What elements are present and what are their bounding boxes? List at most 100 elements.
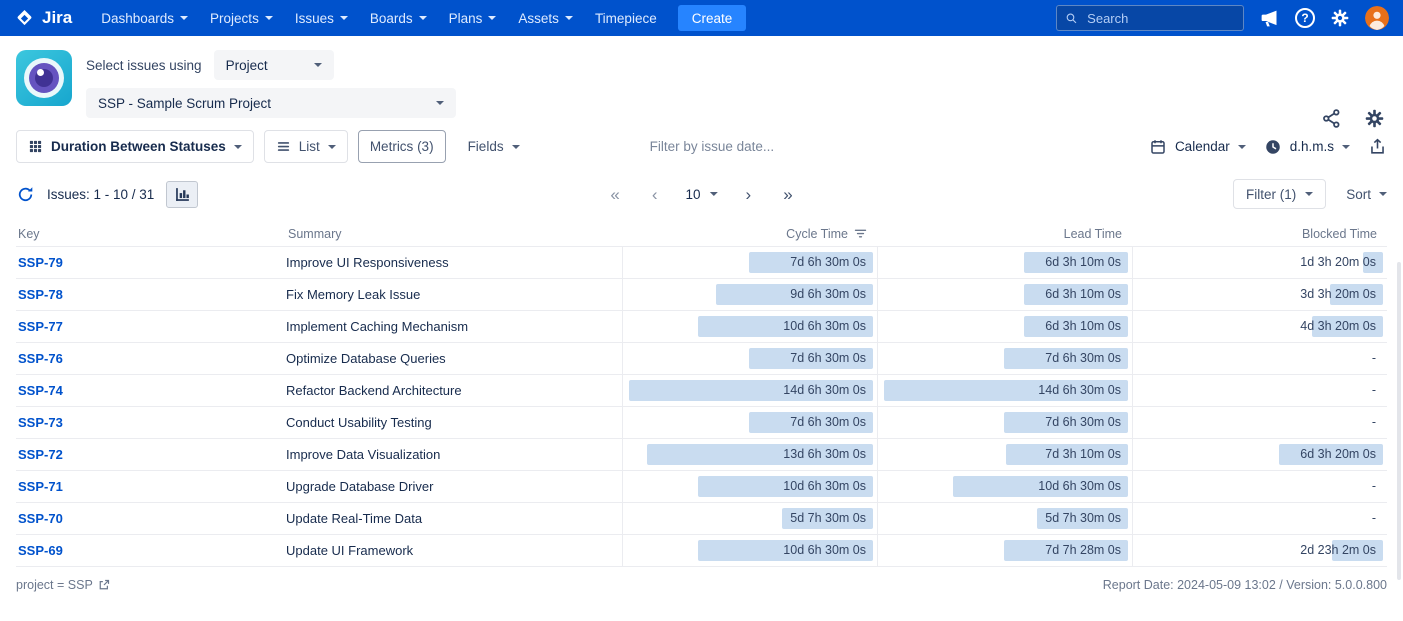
- filter-lines-icon[interactable]: [854, 227, 867, 240]
- issue-summary: Update UI Framework: [286, 543, 622, 558]
- nav-label: Assets: [518, 11, 559, 26]
- nav-projects[interactable]: Projects: [199, 0, 284, 36]
- nav-assets[interactable]: Assets: [507, 0, 584, 36]
- chevron-down-icon: [265, 16, 273, 20]
- report-type-select[interactable]: Duration Between Statuses: [16, 130, 254, 163]
- duration-cell-blocked: 6d 3h 20m 0s: [1132, 439, 1387, 470]
- report-header: Select issues using Project SSP - Sample…: [0, 36, 1403, 124]
- next-page-button[interactable]: ›: [742, 184, 756, 205]
- issue-key-cell: SSP-79: [16, 255, 286, 270]
- nav-plans[interactable]: Plans: [438, 0, 508, 36]
- filter-button[interactable]: Filter (1): [1233, 179, 1326, 209]
- filter-label: Filter (1): [1246, 187, 1296, 202]
- jql-text: project = SSP: [16, 578, 93, 592]
- duration-value: 10d 6h 30m 0s: [783, 471, 866, 502]
- issue-summary: Optimize Database Queries: [286, 351, 622, 366]
- chevron-down-icon: [710, 192, 718, 196]
- prev-page-button[interactable]: ‹: [648, 184, 662, 205]
- table-row: SSP-73Conduct Usability Testing7d 6h 30m…: [16, 407, 1387, 439]
- duration-cell-cycle: 7d 6h 30m 0s: [622, 407, 877, 438]
- nav-dashboards[interactable]: Dashboards: [90, 0, 199, 36]
- top-navbar: Jira Dashboards Projects Issues Boards P…: [0, 0, 1403, 36]
- issue-date-filter-input[interactable]: [582, 138, 842, 155]
- help-icon[interactable]: ?: [1295, 8, 1315, 28]
- chevron-down-icon: [1342, 145, 1350, 149]
- duration-cell-cycle: 14d 6h 30m 0s: [622, 375, 877, 406]
- project-select[interactable]: SSP - Sample Scrum Project: [86, 88, 456, 118]
- time-units-label: d.h.m.s: [1290, 139, 1334, 154]
- announcement-icon[interactable]: [1259, 8, 1280, 29]
- issues-bar-left: Issues: 1 - 10 / 31: [16, 181, 198, 208]
- table-row: SSP-78Fix Memory Leak Issue9d 6h 30m 0s6…: [16, 279, 1387, 311]
- duration-value: 7d 6h 30m 0s: [1045, 343, 1121, 374]
- nav-label: Timepiece: [595, 11, 657, 26]
- toolbar-right: Calendar d.h.m.s: [1149, 130, 1387, 163]
- duration-value: 7d 3h 10m 0s: [1045, 439, 1121, 470]
- issues-bar-right: Filter (1) Sort: [1233, 179, 1387, 209]
- duration-cell-lead: 6d 3h 10m 0s: [877, 247, 1132, 278]
- duration-cell-cycle: 13d 6h 30m 0s: [622, 439, 877, 470]
- issue-key-link[interactable]: SSP-73: [18, 415, 63, 430]
- duration-value: 14d 6h 30m 0s: [783, 375, 866, 406]
- chevron-down-icon: [1238, 145, 1246, 149]
- timepiece-app-icon: [16, 50, 72, 106]
- issue-key-link[interactable]: SSP-79: [18, 255, 63, 270]
- duration-cell-blocked: -: [1132, 407, 1387, 438]
- time-units-select[interactable]: d.h.m.s: [1264, 130, 1350, 163]
- jira-home-link[interactable]: Jira: [14, 8, 72, 29]
- duration-value: -: [1372, 343, 1376, 374]
- duration-cell-cycle: 7d 6h 30m 0s: [622, 247, 877, 278]
- view-mode-select[interactable]: List: [264, 130, 348, 163]
- calendar-select[interactable]: Calendar: [1149, 130, 1246, 163]
- last-page-button[interactable]: »: [779, 184, 796, 205]
- duration-value: 6d 3h 10m 0s: [1045, 247, 1121, 278]
- navbar-search: [1056, 5, 1244, 31]
- issue-summary: Update Real-Time Data: [286, 511, 622, 526]
- duration-cell-lead: 7d 3h 10m 0s: [877, 439, 1132, 470]
- scrollbar[interactable]: [1397, 262, 1401, 580]
- refresh-icon[interactable]: [16, 185, 35, 204]
- clock-icon: [1264, 138, 1282, 156]
- issue-key-cell: SSP-70: [16, 511, 286, 526]
- gear-icon[interactable]: [1330, 8, 1350, 28]
- jql-link[interactable]: project = SSP: [16, 578, 110, 592]
- metrics-button[interactable]: Metrics (3): [358, 130, 446, 163]
- issue-key-link[interactable]: SSP-77: [18, 319, 63, 334]
- issue-key-link[interactable]: SSP-76: [18, 351, 63, 366]
- issue-key-link[interactable]: SSP-72: [18, 447, 63, 462]
- issue-key-link[interactable]: SSP-70: [18, 511, 63, 526]
- first-page-button[interactable]: «: [606, 184, 623, 205]
- nav-boards[interactable]: Boards: [359, 0, 438, 36]
- sort-button[interactable]: Sort: [1346, 187, 1387, 202]
- create-button[interactable]: Create: [678, 5, 747, 31]
- duration-value: 5d 7h 30m 0s: [790, 503, 866, 534]
- cycle-time-header-label: Cycle Time: [786, 227, 848, 241]
- issue-key-link[interactable]: SSP-69: [18, 543, 63, 558]
- issue-key-link[interactable]: SSP-78: [18, 287, 63, 302]
- sort-label: Sort: [1346, 187, 1371, 202]
- issue-key-link[interactable]: SSP-74: [18, 383, 63, 398]
- table-header-row: Key Summary Cycle Time Lead Time Blocked…: [16, 221, 1387, 247]
- duration-value: 10d 6h 30m 0s: [783, 535, 866, 566]
- issue-source-mode-select[interactable]: Project: [214, 50, 334, 80]
- duration-value: 7d 6h 30m 0s: [1045, 407, 1121, 438]
- page-size-select[interactable]: 10: [685, 187, 717, 202]
- nav-issues[interactable]: Issues: [284, 0, 359, 36]
- fields-select[interactable]: Fields: [456, 130, 532, 163]
- issue-key-link[interactable]: SSP-71: [18, 479, 63, 494]
- pagination: « ‹ 10 › »: [606, 184, 796, 205]
- duration-cell-blocked: 2d 23h 2m 0s: [1132, 535, 1387, 566]
- issue-table: Key Summary Cycle Time Lead Time Blocked…: [16, 221, 1387, 567]
- table-row: SSP-76 Optimize Database Queries 7d 6h 30m…: [16, 343, 1387, 375]
- chart-view-button[interactable]: [166, 181, 198, 208]
- chevron-down-icon: [1379, 192, 1387, 196]
- search-input[interactable]: [1085, 10, 1235, 27]
- export-icon[interactable]: [1368, 137, 1387, 156]
- report-meta: Report Date: 2024-05-09 13:02 / Version:…: [1103, 578, 1387, 592]
- duration-value: 10d 6h 30m 0s: [783, 311, 866, 342]
- column-header-key: Key: [16, 227, 286, 241]
- main-nav: Dashboards Projects Issues Boards Plans …: [90, 0, 667, 36]
- nav-timepiece[interactable]: Timepiece: [584, 0, 668, 36]
- duration-value: 2d 23h 2m 0s: [1300, 535, 1376, 566]
- user-avatar[interactable]: [1365, 6, 1389, 30]
